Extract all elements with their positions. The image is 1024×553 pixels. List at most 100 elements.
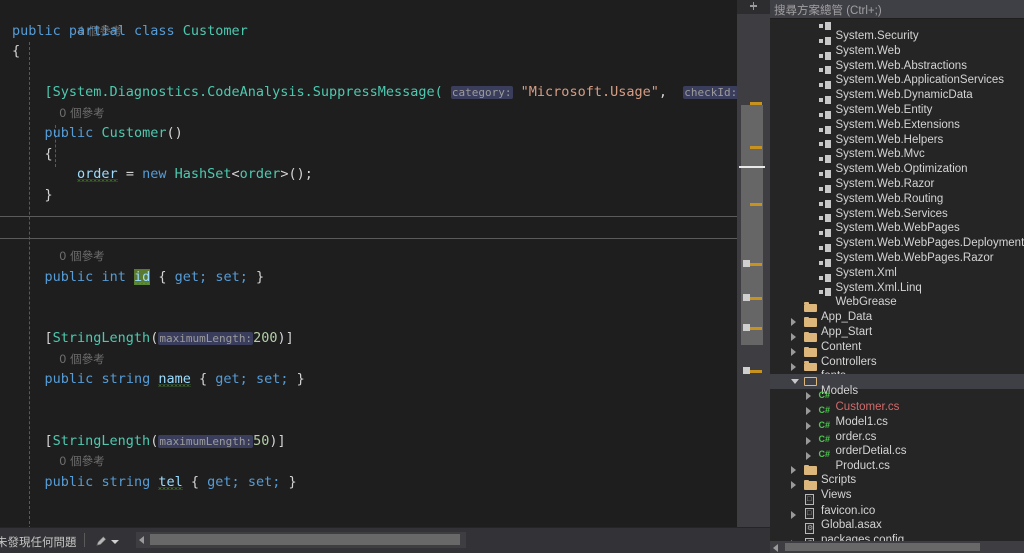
tree-item-favicon-ico[interactable]: □ favicon.ico xyxy=(770,493,1024,517)
code-line[interactable]: 0 個參考 xyxy=(0,103,737,124)
accessor-open: { xyxy=(199,371,208,387)
tree-item-system-web-abstractions[interactable]: System.Web.Abstractions xyxy=(770,49,1024,72)
code-line[interactable]: { xyxy=(0,41,737,62)
tree-item-system-web-razor[interactable]: System.Web.Razor xyxy=(770,167,1024,190)
tree-item-models[interactable]: Models xyxy=(770,374,1024,397)
code-line-blank[interactable] xyxy=(0,492,737,513)
chevron-down-icon[interactable] xyxy=(111,540,119,544)
keyword-public: public xyxy=(12,22,61,39)
scroll-left-arrow-icon[interactable] xyxy=(139,536,144,544)
tree-item-system-web-webpages-deployment[interactable]: System.Web.WebPages.Deployment xyxy=(770,226,1024,249)
codelens-reference-count[interactable]: 0 個參考 xyxy=(45,352,105,366)
scrollbar-expand-button[interactable] xyxy=(737,0,770,14)
tree-item-system-xml-linq[interactable]: System.Xml.Linq xyxy=(770,271,1024,294)
code-line[interactable]: } xyxy=(0,185,737,206)
tree-item-app-data[interactable]: App_Data xyxy=(770,300,1024,323)
tree-item-fonts[interactable]: fonts xyxy=(770,359,1024,382)
code-line[interactable]: 4 個參考 xyxy=(0,0,737,38)
solution-explorer[interactable]: 搜尋方案總管 (Ctrl+;) System.Security System.We… xyxy=(770,0,1024,553)
solution-explorer-horizontal-scrollbar[interactable] xyxy=(770,541,1024,553)
expander-expand-icon[interactable] xyxy=(805,436,811,445)
scrollbar-thumb[interactable] xyxy=(741,105,763,345)
solution-explorer-tree[interactable]: System.Security System.Web System.Web.Abst… xyxy=(770,19,1024,541)
tree-item-global-asax[interactable]: □ Global.asax xyxy=(770,507,1024,531)
codelens-reference-count[interactable]: 0 個參考 xyxy=(45,106,105,120)
expander-expand-icon[interactable] xyxy=(791,481,796,490)
tree-item-system-web-mvc[interactable]: System.Web.Mvc xyxy=(770,137,1024,160)
keyword-int: int xyxy=(101,268,126,285)
tree-item-system-web-webpages-razor[interactable]: System.Web.WebPages.Razor xyxy=(770,241,1024,264)
expander-expand-icon[interactable] xyxy=(791,318,796,327)
expander-expand-icon[interactable] xyxy=(805,451,811,460)
tree-item-system-web-helpers[interactable]: System.Web.Helpers xyxy=(770,123,1024,146)
tree-item-packages-config[interactable]: ⚙ packages.config xyxy=(770,522,1024,541)
tree-item-system-security[interactable]: System.Security xyxy=(770,19,1024,42)
code-line[interactable]: public partial class Customer xyxy=(0,21,737,42)
tree-item-system-web-dynamicdata[interactable]: System.Web.DynamicData xyxy=(770,78,1024,101)
tree-item-product-cs[interactable]: C# Product.cs xyxy=(770,448,1024,472)
tree-item-system-web-webpages[interactable]: System.Web.WebPages xyxy=(770,211,1024,234)
expander-expand-icon[interactable] xyxy=(805,422,811,431)
code-line[interactable]: public Customer() xyxy=(0,123,737,144)
expander-expand-icon[interactable] xyxy=(791,348,796,357)
tree-item-system-web-applicationservices[interactable]: System.Web.ApplicationServices xyxy=(770,63,1024,86)
code-surface[interactable]: 4 個參考 public partial class Customer { [S… xyxy=(0,0,737,527)
horizontal-scrollbar-thumb[interactable] xyxy=(785,543,980,551)
codelens-reference-count[interactable]: 0 個參考 xyxy=(45,454,105,468)
tree-item-order-cs[interactable]: C# order.cs xyxy=(770,419,1024,443)
code-line-blank[interactable] xyxy=(0,287,737,308)
tree-item-model1-cs[interactable]: C# Model1.cs xyxy=(770,404,1024,428)
tree-item-system-web-entity[interactable]: System.Web.Entity xyxy=(770,93,1024,116)
attribute-suppressmessage: [System.Diagnostics.CodeAnalysis.Suppres… xyxy=(44,84,443,100)
solution-explorer-search-box[interactable]: 搜尋方案總管 (Ctrl+;) xyxy=(770,0,1024,19)
tree-item-system-web-routing[interactable]: System.Web.Routing xyxy=(770,182,1024,205)
tree-item-customer-cs[interactable]: C# Customer.cs xyxy=(770,389,1024,413)
bookmark-marker xyxy=(743,367,750,374)
tree-item-orderdetial-cs[interactable]: C# orderDetial.cs xyxy=(770,433,1024,457)
code-line[interactable]: [StringLength(maximumLength:200)] xyxy=(0,328,737,349)
tree-item-content[interactable]: Content xyxy=(770,330,1024,353)
pencil-icon[interactable] xyxy=(96,536,107,547)
tree-item-views[interactable]: Views xyxy=(770,478,1024,501)
expander-expand-icon[interactable] xyxy=(791,466,796,475)
code-line-blank[interactable] xyxy=(0,308,737,329)
code-line-blank[interactable] xyxy=(0,410,737,431)
code-editor[interactable]: 4 個參考 public partial class Customer { [S… xyxy=(0,0,737,527)
code-line-blank[interactable] xyxy=(0,62,737,83)
expander-expand-icon[interactable] xyxy=(791,333,796,342)
code-line-blank[interactable] xyxy=(0,226,737,247)
tree-item-scripts[interactable]: Scripts xyxy=(770,463,1024,486)
code-line[interactable]: public string name { get; set; } xyxy=(0,369,737,390)
code-line[interactable]: [System.Diagnostics.CodeAnalysis.Suppres… xyxy=(0,82,737,103)
code-line[interactable]: [StringLength(maximumLength:50)] xyxy=(0,431,737,452)
expander-expand-icon[interactable] xyxy=(805,392,811,401)
folder-icon xyxy=(804,479,817,490)
code-line-blank[interactable] xyxy=(0,390,737,411)
tree-item-webgrease[interactable]: WebGrease xyxy=(770,285,1024,308)
expander-expand-icon[interactable] xyxy=(805,407,811,416)
expander-expand-icon[interactable] xyxy=(791,510,796,519)
tree-item-system-web[interactable]: System.Web xyxy=(770,34,1024,57)
expander-expand-icon[interactable] xyxy=(791,362,796,371)
tree-item-system-xml[interactable]: System.Xml xyxy=(770,256,1024,279)
code-line[interactable]: 0 個參考 xyxy=(0,246,737,267)
codelens-reference-count[interactable]: 0 個參考 xyxy=(45,249,105,263)
expander-collapse-icon[interactable] xyxy=(791,379,799,385)
tree-item-system-web-services[interactable]: System.Web.Services xyxy=(770,197,1024,220)
editor-vertical-scrollbar[interactable]: ! xyxy=(737,0,770,527)
code-line[interactable]: { xyxy=(0,144,737,165)
code-line[interactable]: 0 個參考 xyxy=(0,349,737,370)
code-line-current[interactable]: public int id { get; set; } xyxy=(0,267,737,288)
code-line[interactable]: order = new HashSet<order>(); xyxy=(0,164,737,185)
scroll-left-arrow-icon[interactable] xyxy=(773,544,778,552)
code-line[interactable]: public string tel { get; set; } xyxy=(0,472,737,493)
code-line[interactable]: 0 個參考 xyxy=(0,451,737,472)
tree-item-controllers[interactable]: Controllers xyxy=(770,345,1024,368)
code-line-blank[interactable] xyxy=(0,513,737,528)
tree-item-system-web-optimization[interactable]: System.Web.Optimization xyxy=(770,152,1024,175)
tree-item-system-web-extensions[interactable]: System.Web.Extensions xyxy=(770,108,1024,131)
property-id-selected[interactable]: id xyxy=(133,268,151,285)
horizontal-scrollbar-thumb[interactable] xyxy=(150,534,460,545)
tree-item-app-start[interactable]: App_Start xyxy=(770,315,1024,338)
code-line-blank[interactable] xyxy=(0,205,737,226)
